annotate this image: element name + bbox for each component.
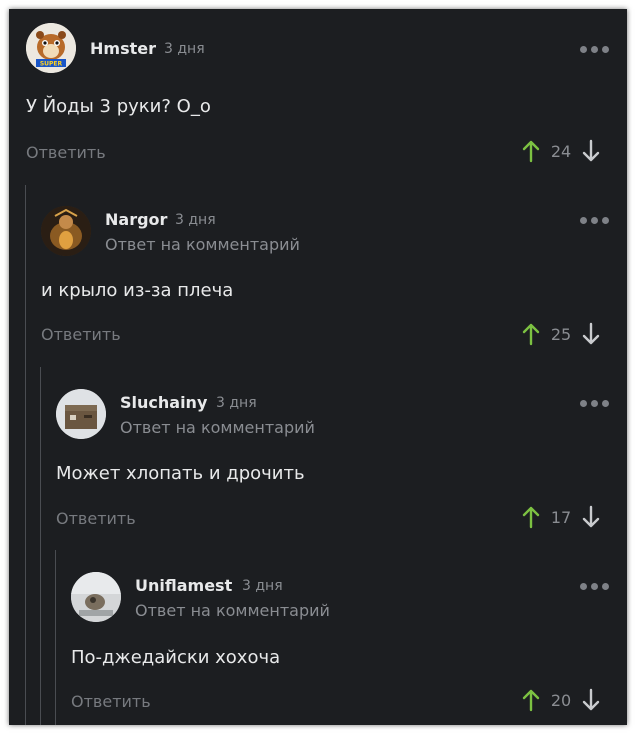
downvote-arrow-icon[interactable] — [579, 139, 603, 163]
svg-text:SUPER: SUPER — [40, 61, 63, 68]
comment-text: По-джедайски хохоча — [71, 647, 281, 668]
comment-text: и крыло из-за плеча — [41, 280, 234, 301]
username[interactable]: Uniflamest — [135, 576, 232, 595]
warrior-avatar[interactable] — [41, 206, 91, 256]
reply-to-note[interactable]: Ответ на комментарий — [105, 235, 300, 254]
timestamp: 3 дня — [175, 212, 216, 228]
thread-line-3[interactable] — [55, 550, 56, 725]
box-avatar[interactable] — [56, 389, 106, 439]
thread-line-1[interactable] — [25, 185, 26, 725]
reply-button[interactable]: Ответить — [71, 692, 151, 711]
photo-avatar[interactable] — [71, 572, 121, 622]
vote-score: 20 — [550, 690, 572, 710]
vote-score: 24 — [550, 141, 572, 161]
reply-button[interactable]: Ответить — [56, 509, 136, 528]
more-options-icon[interactable] — [580, 398, 614, 408]
comment-text: Может хлопать и дрочить — [56, 463, 305, 484]
hamster-avatar[interactable]: SUPER — [26, 23, 76, 73]
username[interactable]: Hmster — [90, 39, 156, 58]
downvote-arrow-icon[interactable] — [579, 322, 603, 346]
thread-line-2[interactable] — [40, 367, 41, 725]
timestamp: 3 дня — [242, 578, 283, 594]
more-options-icon[interactable] — [580, 581, 614, 591]
vote-controls: 17 — [519, 505, 603, 529]
vote-controls: 24 — [519, 139, 603, 163]
reply-button[interactable]: Ответить — [26, 143, 106, 162]
reply-button[interactable]: Ответить — [41, 325, 121, 344]
upvote-arrow-icon[interactable] — [519, 505, 543, 529]
timestamp: 3 дня — [216, 395, 257, 411]
upvote-arrow-icon[interactable] — [519, 322, 543, 346]
downvote-arrow-icon[interactable] — [579, 688, 603, 712]
downvote-arrow-icon[interactable] — [579, 505, 603, 529]
vote-controls: 25 — [519, 322, 603, 346]
username[interactable]: Sluchainy — [120, 393, 207, 412]
reply-to-note[interactable]: Ответ на комментарий — [135, 601, 330, 620]
timestamp: 3 дня — [164, 41, 205, 57]
username[interactable]: Nargor — [105, 210, 167, 229]
vote-controls: 20 — [519, 688, 603, 712]
more-options-icon[interactable] — [580, 215, 614, 225]
vote-score: 17 — [550, 507, 572, 527]
reply-to-note[interactable]: Ответ на комментарий — [120, 418, 315, 437]
more-options-icon[interactable] — [580, 44, 614, 54]
comment-thread: SUPER Hmster 3 дня У Йоды 3 руки? О_о От… — [9, 9, 627, 725]
upvote-arrow-icon[interactable] — [519, 688, 543, 712]
comment-text: У Йоды 3 руки? О_о — [26, 96, 211, 117]
upvote-arrow-icon[interactable] — [519, 139, 543, 163]
vote-score: 25 — [550, 324, 572, 344]
